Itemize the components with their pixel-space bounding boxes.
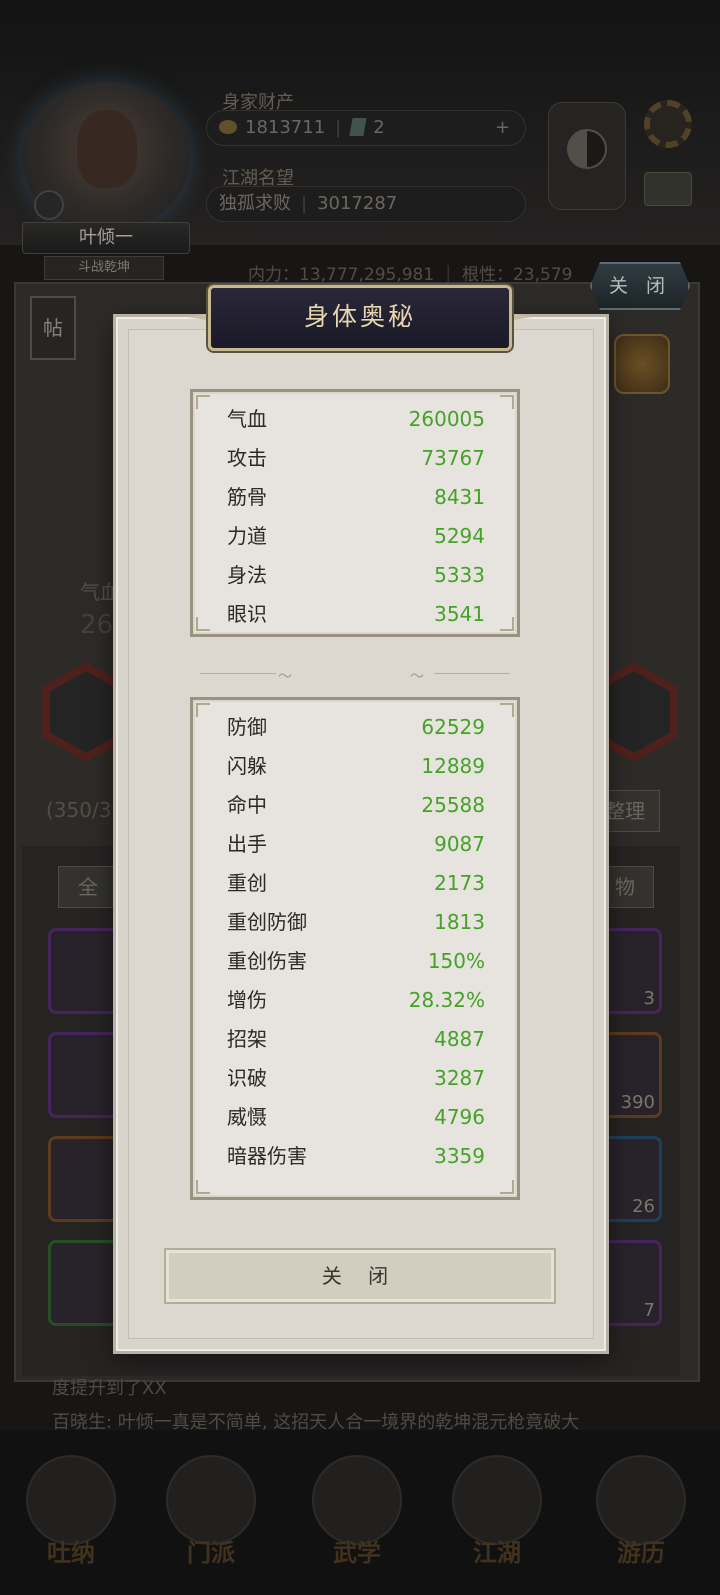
stat-value: 4887: [434, 1027, 485, 1051]
stat-value: 3287: [434, 1066, 485, 1090]
stat-row: 招架 4887: [227, 1020, 485, 1059]
stat-label: 识破: [227, 1066, 267, 1090]
stat-value: 2173: [434, 871, 485, 895]
stat-row: 力道 5294: [227, 517, 485, 556]
stat-label: 力道: [227, 524, 267, 548]
stat-label: 闪躲: [227, 754, 267, 778]
stat-label: 命中: [227, 793, 267, 817]
stat-value: 9087: [434, 832, 485, 856]
stat-value: 8431: [434, 485, 485, 509]
stat-row: 命中 25588: [227, 786, 485, 825]
stat-value: 25588: [421, 793, 485, 817]
stat-label: 威慑: [227, 1105, 267, 1129]
stat-label: 攻击: [227, 446, 267, 470]
stat-label: 身法: [227, 563, 267, 587]
stat-row: 威慑 4796: [227, 1098, 485, 1137]
stat-value: 5294: [434, 524, 485, 548]
stat-label: 增伤: [227, 988, 267, 1012]
stat-value: 62529: [421, 715, 485, 739]
stat-row: 气血 260005: [227, 400, 485, 439]
stat-row: 增伤 28.32%: [227, 981, 485, 1020]
base-stats-panel: 气血 260005 攻击 73767 筋骨 8431 力道 5294 身法 5333 眼识…: [190, 389, 520, 637]
stat-row: 重创 2173: [227, 864, 485, 903]
stat-value: 3359: [434, 1144, 485, 1168]
stat-value: 260005: [408, 407, 485, 431]
stat-label: 重创伤害: [227, 949, 307, 973]
stat-row: 识破 3287: [227, 1059, 485, 1098]
stat-value: 73767: [421, 446, 485, 470]
stat-label: 碎骨概率: [227, 1176, 307, 1184]
stat-row: 身法 5333: [227, 556, 485, 595]
stat-value: 12889: [421, 754, 485, 778]
stat-label: 筋骨: [227, 485, 267, 509]
stat-label: 重创: [227, 871, 267, 895]
stat-row: 筋骨 8431: [227, 478, 485, 517]
stat-value: 28.32%: [408, 988, 485, 1012]
stat-row: 出手 9087: [227, 825, 485, 864]
stat-row: 重创伤害 150%: [227, 942, 485, 981]
stat-row: 碎骨概率 2.5%: [227, 1176, 485, 1184]
stat-value: 2.5%: [434, 1176, 485, 1184]
stat-row: 攻击 73767: [227, 439, 485, 478]
stat-row: 重创防御 1813: [227, 903, 485, 942]
advanced-stats-scroll[interactable]: 防御 62529 闪躲 12889 命中 25588 出手 9087 重创 2173 重创…: [193, 704, 517, 1184]
stat-label: 重创防御: [227, 910, 307, 934]
stat-row: 暗器伤害 3359: [227, 1137, 485, 1176]
modal-title: 身体奥秘: [208, 285, 512, 351]
advanced-stats-panel[interactable]: 防御 62529 闪躲 12889 命中 25588 出手 9087 重创 2173 重创…: [190, 697, 520, 1200]
stat-label: 暗器伤害: [227, 1144, 307, 1168]
stat-row: 眼识 3541: [227, 595, 485, 634]
stat-row: 闪躲 12889: [227, 747, 485, 786]
stat-label: 招架: [227, 1027, 267, 1051]
stat-value: 150%: [427, 949, 485, 973]
stat-value: 5333: [434, 563, 485, 587]
stat-label: 气血: [227, 407, 267, 431]
close-button[interactable]: 关 闭: [164, 1248, 556, 1304]
stat-label: 出手: [227, 832, 267, 856]
stat-label: 眼识: [227, 602, 267, 626]
section-divider: ～ ～: [200, 669, 510, 685]
stat-value: 3541: [434, 602, 485, 626]
stat-row: 防御 62529: [227, 708, 485, 747]
stat-value: 1813: [434, 910, 485, 934]
stat-label: 防御: [227, 715, 267, 739]
stat-value: 4796: [434, 1105, 485, 1129]
